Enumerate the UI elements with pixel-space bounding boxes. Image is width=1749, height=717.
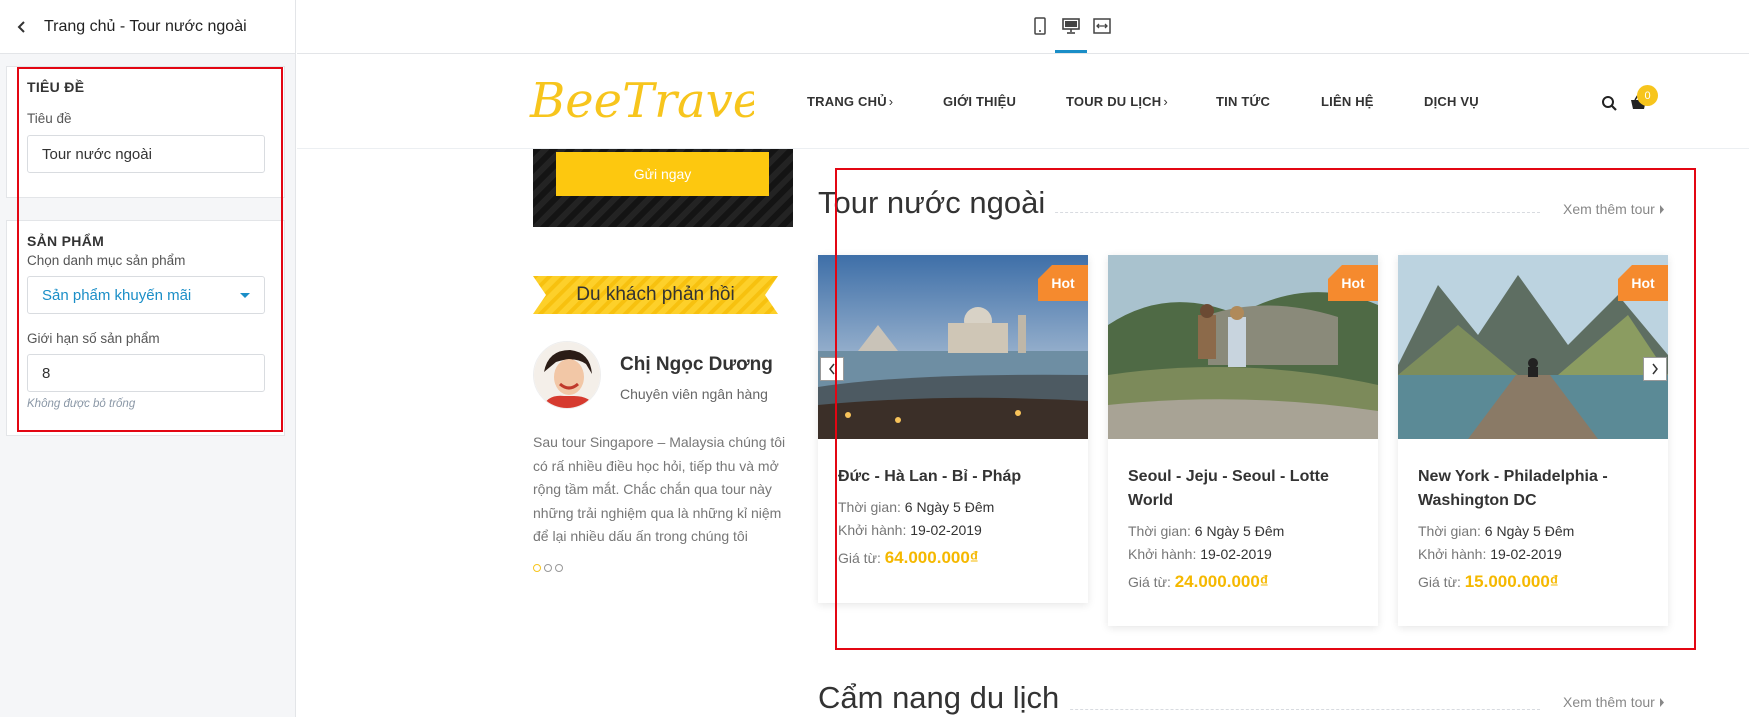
nav-item-lien-he[interactable]: LIÊN HỆ	[1321, 94, 1374, 109]
tour-duration: Thời gian: 6 Ngày 5 Đêm	[1128, 523, 1285, 539]
tour-name[interactable]: New York - Philadelphia - Washington DC	[1418, 465, 1656, 513]
tour-depart: Khởi hành: 19-02-2019	[1128, 546, 1272, 562]
tour-duration: Thời gian: 6 Ngày 5 Đêm	[838, 499, 995, 515]
limit-field-label: Giới hạn số sản phẩm	[27, 331, 160, 346]
category-field-label: Chọn danh mục sản phẩm	[27, 253, 186, 268]
tour-depart: Khởi hành: 19-02-2019	[838, 522, 982, 538]
tour-price: Giá từ: 15.000.000₫	[1418, 572, 1559, 591]
reviewer-avatar	[533, 341, 601, 409]
tour-price: Giá từ: 24.000.000₫	[1128, 572, 1269, 591]
chevron-right-icon: ›	[1163, 94, 1168, 109]
cart-count-badge: 0	[1637, 85, 1658, 106]
svg-text:BeeTravel: BeeTravel	[529, 73, 754, 129]
title-section-heading: TIÊU ĐỀ	[27, 79, 85, 95]
device-toolbar	[297, 0, 1749, 54]
title-settings-card: TIÊU ĐỀ Tiêu đề	[6, 66, 285, 198]
search-icon[interactable]	[1600, 94, 1620, 114]
tour-price: Giá từ: 64.000.000₫	[838, 548, 979, 567]
category-select[interactable]: Sản phẩm khuyến mãi	[27, 276, 265, 314]
tour-name[interactable]: Đức - Hà Lan - Bỉ - Pháp	[838, 465, 1076, 489]
limit-hint: Không được bỏ trống	[27, 398, 136, 410]
tour-card[interactable]: Hot Đức - Hà Lan - Bỉ - Pháp Thời gian: …	[818, 255, 1088, 603]
nav-item-trang-chu[interactable]: TRANG CHỦ ›	[807, 94, 893, 109]
chevron-left-icon	[829, 363, 835, 375]
send-now-button[interactable]: Gửi ngay	[556, 152, 769, 196]
tour-image[interactable]: Hot	[818, 255, 1088, 439]
pagination-dot[interactable]	[544, 564, 552, 572]
tour-image[interactable]: Hot	[1398, 255, 1668, 439]
tour-duration: Thời gian: 6 Ngày 5 Đêm	[1418, 523, 1575, 539]
tour-image[interactable]: Hot	[1108, 255, 1378, 439]
review-text: Sau tour Singapore – Malaysia chúng tôi …	[533, 434, 786, 544]
category-select-value: Sản phẩm khuyến mãi	[42, 286, 192, 304]
testimonial-heading: Du khách phản hồi	[576, 284, 735, 305]
limit-input[interactable]	[27, 354, 265, 392]
chevron-right-icon: ›	[888, 94, 894, 109]
tour-depart: Khởi hành: 19-02-2019	[1418, 546, 1562, 562]
editor-title: Trang chủ - Tour nước ngoài	[44, 17, 247, 35]
see-more-tours-link[interactable]: Xem thêm tour	[1563, 201, 1665, 217]
reviewer-role: Chuyên viên ngân hàng	[620, 386, 768, 402]
section-divider	[1040, 709, 1540, 710]
editor-sidebar: Trang chủ - Tour nước ngoài TIÊU ĐỀ Tiêu…	[0, 0, 296, 717]
fullwidth-icon[interactable]	[1090, 14, 1114, 38]
guide-section-heading: Cẩm nang du lịch	[818, 680, 1070, 716]
nav-item-gioi-thieu[interactable]: GIỚI THIỆU	[943, 94, 1016, 109]
carousel-prev-button[interactable]	[820, 357, 844, 381]
mobile-icon[interactable]	[1028, 14, 1052, 38]
see-more-guides-link[interactable]: Xem thêm tour	[1563, 694, 1665, 710]
nav-item-tin-tuc[interactable]: TIN TỨC	[1216, 94, 1270, 109]
beetravel-logo[interactable]: BeeTravel	[528, 69, 754, 129]
nav-item-tour-du-lich[interactable]: TOUR DU LỊCH ›	[1066, 94, 1168, 109]
caret-right-icon	[1659, 205, 1664, 214]
desktop-icon[interactable]	[1059, 14, 1083, 38]
chevron-right-icon	[1652, 363, 1658, 375]
back-icon[interactable]	[10, 15, 34, 39]
section-divider	[1040, 212, 1540, 213]
active-device-indicator	[1055, 50, 1087, 53]
title-input[interactable]	[27, 135, 265, 173]
title-field-label: Tiêu đề	[27, 111, 72, 126]
product-section-heading: SẢN PHẨM	[27, 233, 105, 249]
pagination-dot[interactable]	[533, 564, 541, 572]
reviewer-name: Chị Ngọc Dương	[620, 354, 773, 375]
testimonial-pagination	[533, 564, 563, 572]
tour-card[interactable]: Hot Seoul - Jeju - Seoul - Lotte World T…	[1108, 255, 1378, 626]
caret-right-icon	[1659, 698, 1664, 707]
site-header	[297, 55, 1749, 149]
nav-item-dich-vu[interactable]: DỊCH VỤ	[1424, 94, 1479, 109]
tour-card[interactable]: Hot New York - Philadelphia - Washington…	[1398, 255, 1668, 626]
editor-header: Trang chủ - Tour nước ngoài	[0, 0, 295, 54]
tour-name[interactable]: Seoul - Jeju - Seoul - Lotte World	[1128, 465, 1366, 513]
pagination-dot[interactable]	[555, 564, 563, 572]
carousel-next-button[interactable]	[1643, 357, 1667, 381]
product-settings-card: SẢN PHẨM Chọn danh mục sản phẩm Sản phẩm…	[6, 220, 285, 436]
caret-down-icon	[240, 293, 250, 298]
tour-section-heading: Tour nước ngoài	[818, 185, 1056, 221]
